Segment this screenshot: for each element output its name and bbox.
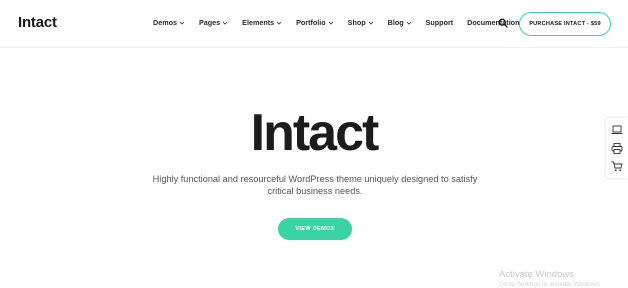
nav-item-label: Elements bbox=[242, 18, 275, 27]
nav-item-documentation[interactable]: Documentation bbox=[467, 18, 519, 27]
chevron-down-icon bbox=[406, 21, 411, 25]
side-panel bbox=[606, 118, 628, 178]
nav-item-shop[interactable]: Shop bbox=[348, 18, 374, 27]
main-nav: Demos Pages Elements Portfolio Shop Blog… bbox=[153, 18, 533, 27]
nav-item-label: Pages bbox=[198, 18, 221, 27]
laptop-icon-graphic bbox=[611, 125, 623, 134]
hero-description-line: critical business needs. bbox=[267, 186, 363, 196]
nav-item-support[interactable]: Support bbox=[426, 18, 454, 27]
nav-item-label: Documentation bbox=[467, 18, 520, 27]
chevron-down-icon bbox=[276, 21, 282, 25]
hero-title: Intact bbox=[250, 104, 380, 162]
laptop-icon[interactable] bbox=[611, 124, 623, 136]
nav-item-demos[interactable]: Demos bbox=[153, 18, 185, 27]
nav-item-portfolio[interactable]: Portfolio bbox=[296, 18, 334, 27]
nav-item-elements[interactable]: Elements bbox=[242, 18, 282, 27]
nav-item-label: Demos bbox=[153, 18, 177, 27]
printer-icon-graphic bbox=[611, 142, 623, 154]
printer-icon[interactable] bbox=[611, 142, 623, 154]
cart-icon-graphic bbox=[611, 161, 623, 171]
hero-description-line: Highly functional and resourceful WordPr… bbox=[152, 174, 478, 184]
nav-item-pages[interactable]: Pages bbox=[199, 18, 228, 27]
cart-icon[interactable] bbox=[611, 160, 623, 172]
hero-description: Highly functional and resourceful WordPr… bbox=[150, 173, 480, 197]
view-demos-button[interactable]: VIEW DEMOS bbox=[278, 218, 352, 240]
activate-windows-title: Activate Windows bbox=[499, 269, 574, 280]
chevron-down-icon bbox=[328, 21, 333, 25]
activate-windows-subtitle: Go to Settings to activate Windows. bbox=[499, 281, 602, 288]
nav-item-label: Portfolio bbox=[296, 18, 326, 27]
search-icon[interactable] bbox=[498, 18, 508, 28]
nav-item-blog[interactable]: Blog bbox=[388, 18, 412, 27]
chevron-down-icon bbox=[222, 21, 228, 25]
site-logo[interactable]: Intact bbox=[18, 14, 57, 31]
site-header: Intact Demos Pages Elements Portfolio Sh… bbox=[0, 0, 628, 48]
nav-item-label: Blog bbox=[387, 18, 404, 27]
purchase-button[interactable]: PURCHASE INTACT - $59 bbox=[519, 12, 611, 36]
chevron-down-icon bbox=[368, 21, 373, 25]
nav-item-label: Shop bbox=[347, 18, 366, 27]
chevron-down-icon bbox=[179, 21, 185, 25]
nav-item-label: Support bbox=[425, 18, 454, 27]
